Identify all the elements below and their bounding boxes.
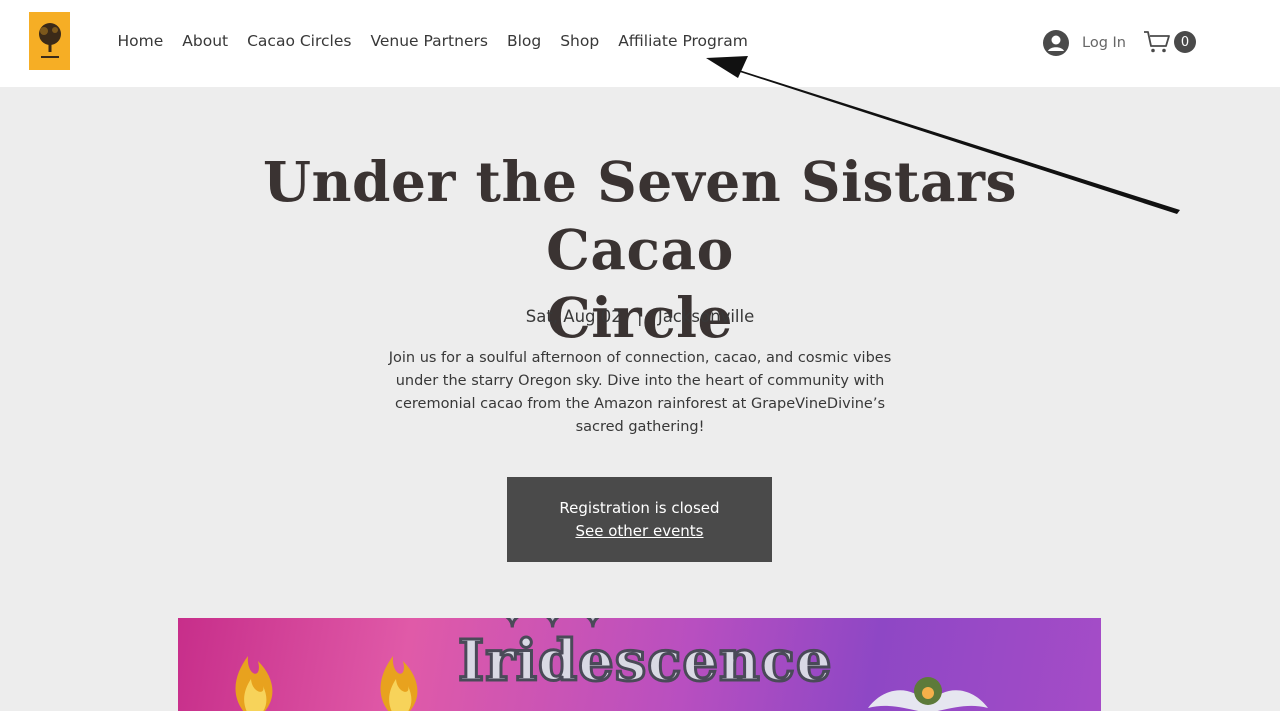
cart-count-badge: 0	[1174, 31, 1196, 53]
nav-venue-partners[interactable]: Venue Partners	[361, 30, 497, 52]
cart-button[interactable]: 0	[1143, 30, 1196, 54]
nav-shop[interactable]: Shop	[551, 30, 609, 52]
see-other-events-link[interactable]: See other events	[575, 520, 703, 543]
nav-affiliate-program[interactable]: Affiliate Program	[609, 30, 758, 52]
login-button[interactable]: Log In	[1043, 30, 1126, 56]
nav-cacao-circles[interactable]: Cacao Circles	[238, 30, 361, 52]
meta-separator: |	[637, 307, 643, 326]
nav-blog[interactable]: Blog	[497, 30, 550, 52]
event-date: Sat, Aug 02	[525, 307, 622, 326]
event-description: Join us for a soulful afternoon of conne…	[388, 350, 892, 435]
registration-panel: Registration is closed See other events	[507, 477, 772, 562]
angel-wings-icon	[868, 677, 988, 711]
tree-logo-icon	[38, 23, 61, 58]
registration-status: Registration is closed	[559, 499, 720, 517]
event-banner-image: ✦ ✦ ✦ Iridescence	[178, 618, 1101, 711]
nav-about[interactable]: About	[173, 30, 238, 52]
event-meta: Sat, Aug 02 | Jacksonville	[0, 307, 1280, 326]
event-location: Jacksonville	[657, 307, 755, 326]
nav-home[interactable]: Home	[108, 30, 173, 52]
main-nav: Home About Cacao Circles Venue Partners …	[108, 30, 757, 52]
flame-wing-icon	[235, 656, 273, 711]
banner-title: Iridescence	[456, 627, 833, 696]
flame-wing-icon	[380, 656, 418, 711]
event-title-line-1: Under the Seven Sistars Cacao	[263, 149, 1017, 282]
site-header: Home About Cacao Circles Venue Partners …	[0, 0, 1280, 87]
site-logo[interactable]	[29, 12, 70, 70]
cart-icon	[1144, 31, 1170, 53]
user-avatar-icon	[1043, 30, 1069, 56]
login-label: Log In	[1082, 35, 1126, 51]
